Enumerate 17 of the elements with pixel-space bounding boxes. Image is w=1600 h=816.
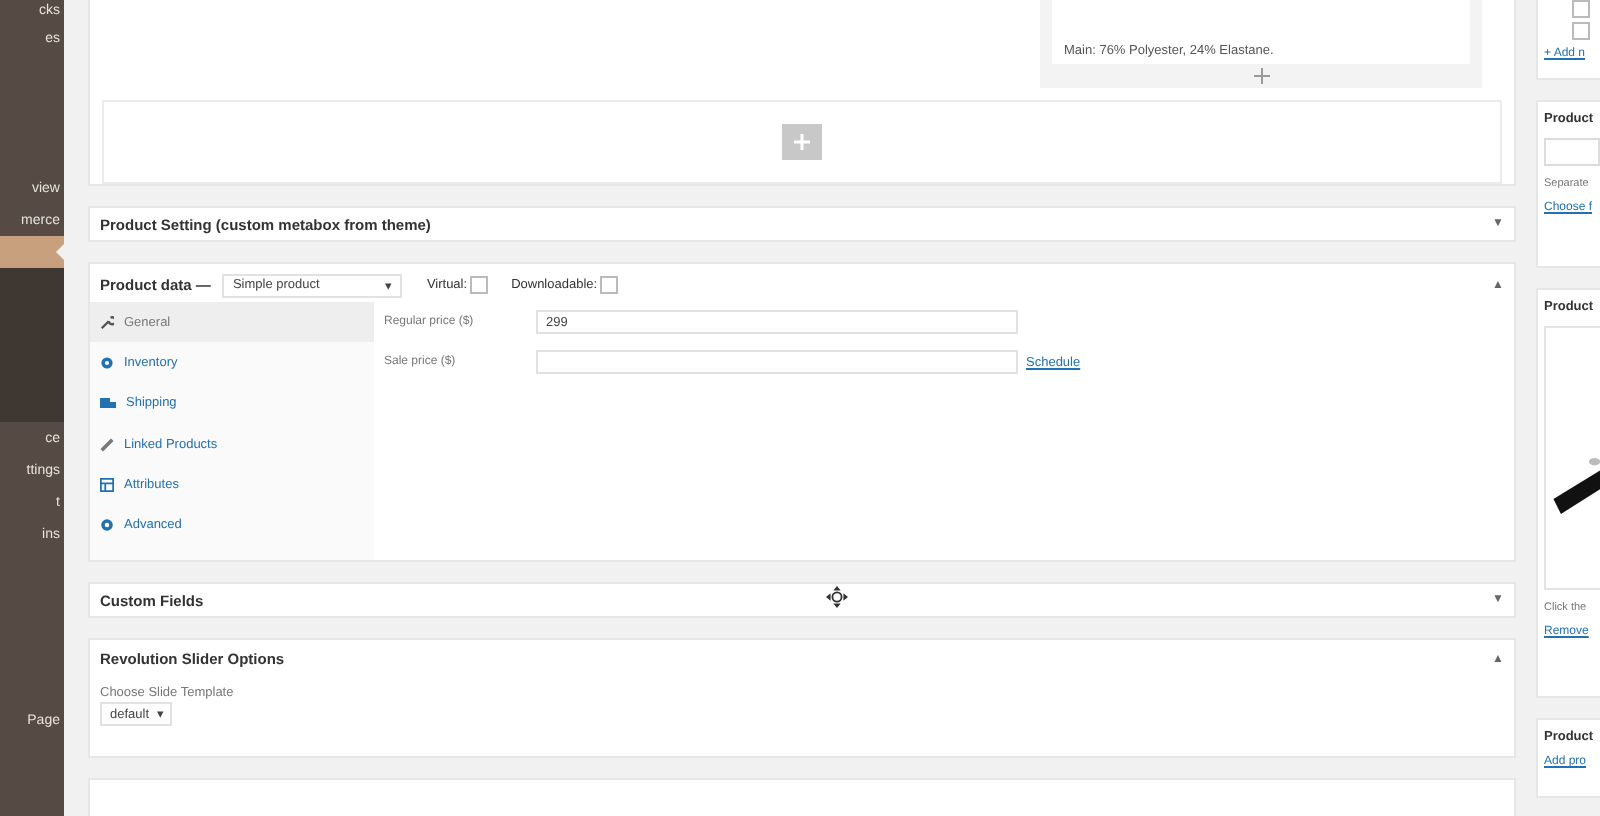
tag-input[interactable]	[1544, 138, 1600, 166]
cog-icon	[100, 518, 114, 533]
add-icon[interactable]	[1253, 68, 1269, 84]
move-cursor-icon	[826, 586, 848, 608]
truck-icon	[100, 397, 116, 410]
price-field[interactable]	[536, 350, 1018, 374]
checkbox[interactable]	[599, 276, 618, 294]
table-icon	[100, 477, 114, 492]
checkbox[interactable]	[1572, 22, 1590, 40]
plus-icon	[792, 132, 812, 152]
link-icon	[100, 437, 114, 452]
wrench-icon	[100, 315, 114, 330]
add-button[interactable]	[782, 124, 822, 160]
checkbox[interactable]	[1572, 0, 1590, 18]
checkbox[interactable]	[469, 276, 488, 294]
sidebar-item-active[interactable]	[0, 236, 64, 268]
gear-icon	[100, 355, 114, 370]
